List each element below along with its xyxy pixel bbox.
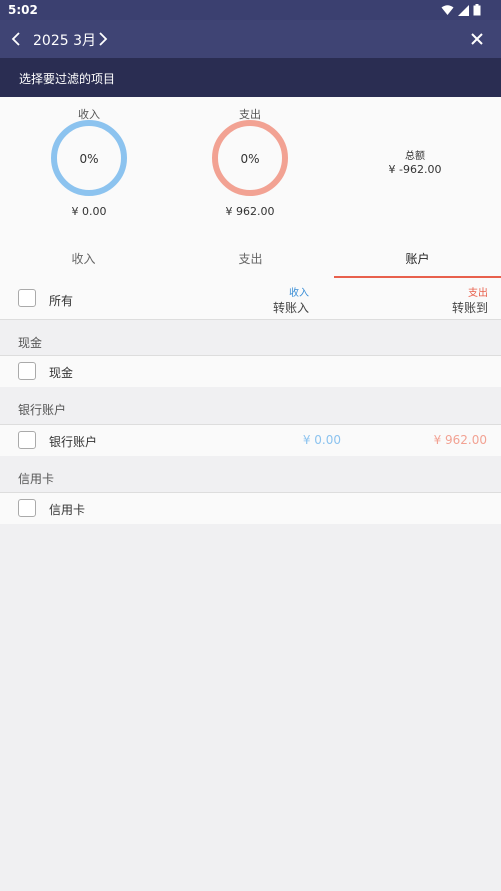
account-name: 信用卡 <box>49 503 86 517</box>
account-checkbox[interactable] <box>18 362 36 380</box>
tab-accounts[interactable]: 账户 <box>334 232 501 278</box>
all-accounts-row[interactable]: 所有 收入 转账入 支出 转账到 <box>0 278 501 320</box>
transfer-in-column: 转账入 <box>272 301 309 315</box>
section-bank: 银行账户 <box>0 388 501 422</box>
month-title: 2025 3月 <box>33 33 96 49</box>
filter-tabs: 收入 支出 账户 <box>0 232 501 278</box>
account-checkbox[interactable] <box>18 499 36 517</box>
all-label: 所有 <box>49 294 74 308</box>
filter-title-bar: 选择要过滤的项目 <box>0 58 501 97</box>
signal-icon <box>458 4 469 16</box>
account-row-bank[interactable]: 银行账户 ¥ 0.00 ¥ 962.00 <box>0 424 501 456</box>
status-icons <box>441 4 481 16</box>
account-name: 银行账户 <box>49 435 98 449</box>
section-title: 银行账户 <box>18 403 67 417</box>
section-credit: 信用卡 <box>0 457 501 491</box>
wifi-icon <box>441 4 454 15</box>
transfer-in-amount: ¥ 0.00 <box>302 433 341 447</box>
section-cash: 现金 <box>0 321 501 355</box>
section-title: 现金 <box>18 336 43 350</box>
close-icon[interactable] <box>467 29 487 49</box>
select-all-checkbox[interactable] <box>18 289 36 307</box>
chevron-right-icon[interactable] <box>93 29 113 49</box>
expense-summary: 支出 0% ¥ 962.00 <box>200 97 300 232</box>
chevron-left-icon[interactable] <box>7 29 27 49</box>
income-column-small: 收入 <box>289 288 309 299</box>
summary-panel: 收入 0% ¥ 0.00 支出 0% ¥ 962.00 总额 ¥ -962.00 <box>0 97 501 232</box>
month-header: 2025 3月 <box>0 20 501 58</box>
total-value: ¥ -962.00 <box>388 163 442 176</box>
expense-percent: 0% <box>240 152 260 166</box>
account-row-cash[interactable]: 现金 <box>0 355 501 387</box>
status-time: 5:02 <box>8 3 38 17</box>
account-checkbox[interactable] <box>18 431 36 449</box>
total-label: 总额 <box>405 151 425 162</box>
section-title: 信用卡 <box>18 472 55 486</box>
expense-column-small: 支出 <box>468 288 488 299</box>
transfer-out-column: 转账到 <box>451 301 488 315</box>
income-summary: 收入 0% ¥ 0.00 <box>39 97 139 232</box>
income-percent: 0% <box>79 152 99 166</box>
expense-amount: ¥ 962.00 <box>225 205 275 218</box>
status-bar: 5:02 <box>0 0 501 20</box>
account-name: 现金 <box>49 366 74 380</box>
income-amount: ¥ 0.00 <box>71 205 107 218</box>
account-row-credit[interactable]: 信用卡 <box>0 492 501 524</box>
tab-income[interactable]: 收入 <box>0 232 167 278</box>
filter-title: 选择要过滤的项目 <box>19 72 116 86</box>
transfer-out-amount: ¥ 962.00 <box>433 433 487 447</box>
tab-expense[interactable]: 支出 <box>167 232 334 278</box>
battery-icon <box>473 4 481 16</box>
